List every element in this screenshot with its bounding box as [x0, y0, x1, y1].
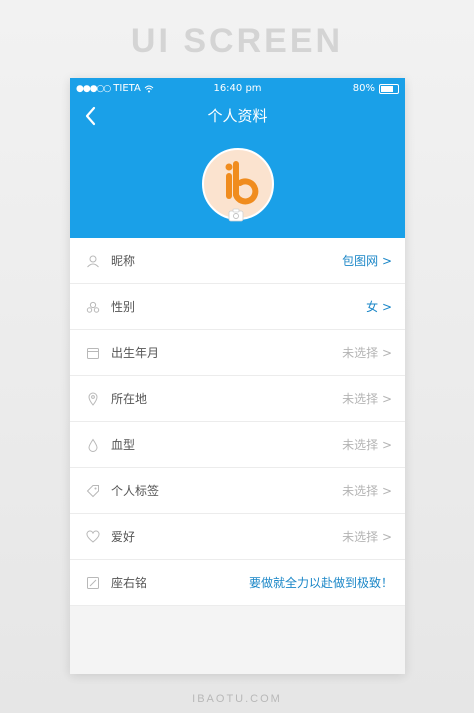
row-value: 未选择 >	[342, 530, 392, 544]
page-title: 个人资料	[207, 107, 268, 125]
row-label: 爱好	[111, 530, 136, 544]
location-pin-icon	[85, 391, 101, 407]
row-hobby[interactable]: 爱好 未选择 >	[70, 514, 405, 560]
row-label: 个人标签	[111, 484, 160, 498]
row-gender[interactable]: 性别 女 >	[70, 284, 405, 330]
banner-title: UI SCREEN	[130, 22, 344, 60]
row-label: 座右铭	[111, 576, 148, 590]
battery-icon	[379, 83, 399, 94]
row-birthday[interactable]: 出生年月 未选择 >	[70, 330, 405, 376]
row-blood-type[interactable]: 血型 未选择 >	[70, 422, 405, 468]
row-value: 要做就全力以赴做到极致！	[248, 576, 393, 590]
row-nickname[interactable]: 昵称 包图网 >	[70, 238, 405, 284]
edit-icon	[85, 575, 101, 591]
row-label: 血型	[111, 438, 136, 452]
profile-header: ●●●○○ TIETA 16:40 pm 80% 个人资料	[70, 78, 405, 238]
user-icon	[85, 253, 101, 269]
phone-screen: ●●●○○ TIETA 16:40 pm 80% 个人资料 昵称 包图网 > 性…	[70, 78, 405, 674]
calendar-icon	[85, 345, 101, 361]
battery-percent: 80%	[352, 83, 375, 94]
row-tags[interactable]: 个人标签 未选择 >	[70, 468, 405, 514]
row-value: 未选择 >	[342, 346, 392, 360]
row-value: 包图网 >	[342, 254, 392, 268]
camera-icon[interactable]	[228, 208, 244, 222]
row-location[interactable]: 所在地 未选择 >	[70, 376, 405, 422]
row-value: 未选择 >	[342, 392, 392, 406]
row-label: 昵称	[111, 254, 136, 268]
row-value: 女 >	[366, 300, 392, 314]
gender-icon	[85, 299, 101, 315]
row-motto[interactable]: 座右铭 要做就全力以赴做到极致！	[70, 560, 405, 606]
row-label: 所在地	[111, 392, 148, 406]
profile-list: 昵称 包图网 > 性别 女 > 出生年月 未选择 > 所在地 未选择 > 血型 …	[70, 238, 405, 606]
footer-site: IBAOTU.COM	[192, 693, 282, 705]
row-value: 未选择 >	[342, 438, 392, 452]
row-value: 未选择 >	[342, 484, 392, 498]
row-label: 出生年月	[111, 346, 160, 360]
heart-icon	[85, 529, 101, 545]
tag-icon	[85, 483, 101, 499]
status-bar: ●●●○○ TIETA 16:40 pm 80%	[70, 81, 405, 97]
row-label: 性别	[111, 300, 136, 314]
blood-drop-icon	[85, 437, 101, 453]
